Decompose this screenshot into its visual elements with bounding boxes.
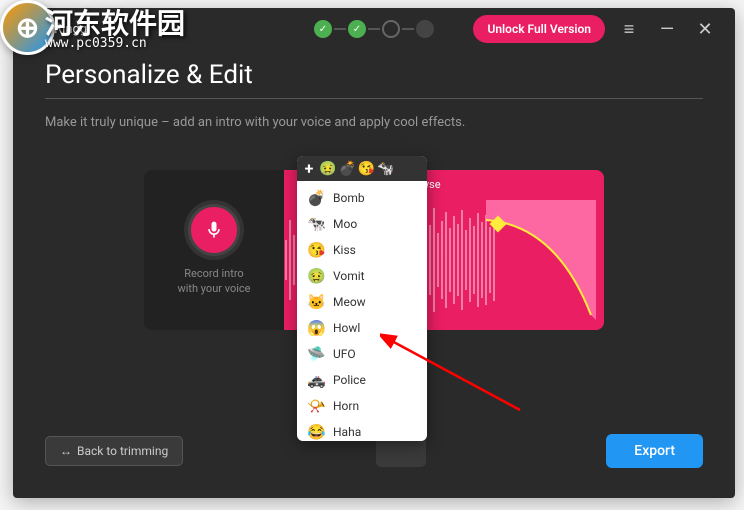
export-button[interactable]: Export [606,434,703,468]
record-panel: Record intro with your voice [144,170,284,330]
effects-dropdown: + 🤢 💣 😘 🐄 💣Bomb 🐄Moo 😘Kiss 🤢Vomit 🐱Meow … [297,156,427,441]
effect-item-vomit[interactable]: 🤢Vomit [297,263,427,289]
effect-item-howl[interactable]: 😱Howl [297,315,427,341]
app-window: ♪ iRingg ✓ ✓ Unlock Full Version ≡ — ✕ P… [13,8,735,498]
step-1: ✓ [314,20,332,38]
header-emoji-bomb[interactable]: 💣 [338,161,355,177]
logo-icon: ♪ [29,21,45,37]
effect-item-haha[interactable]: 😂Haha [297,419,427,445]
header-emoji-cow[interactable]: 🐄 [377,161,394,177]
effect-item-kiss[interactable]: 😘Kiss [297,237,427,263]
effects-list: 💣Bomb 🐄Moo 😘Kiss 🤢Vomit 🐱Meow 😱Howl 🛸UFO… [297,181,427,441]
unlock-button[interactable]: Unlock Full Version [473,15,605,43]
effect-item-police[interactable]: 🚓Police [297,367,427,393]
minimize-icon[interactable]: — [653,15,681,43]
step-3[interactable] [382,20,400,38]
effect-item-moo[interactable]: 🐄Moo [297,211,427,237]
fade-curve[interactable] [486,200,596,320]
effect-item-horn[interactable]: 📯Horn [297,393,427,419]
title-bar: ♪ iRingg ✓ ✓ Unlock Full Version ≡ — ✕ [13,8,735,50]
back-button[interactable]: ↔ Back to trimming [45,436,183,466]
effects-header: + 🤢 💣 😘 🐄 [297,156,427,181]
microphone-icon [204,218,224,242]
header-emoji-vomit[interactable]: 🤢 [319,161,336,177]
back-icon: ↔ [60,444,72,458]
effect-item-bomb[interactable]: 💣Bomb [297,185,427,211]
close-icon[interactable]: ✕ [691,15,719,43]
step-indicators: ✓ ✓ [314,20,434,38]
header-emoji-kiss[interactable]: 😘 [358,161,375,177]
page-title: Personalize & Edit [45,60,703,99]
app-logo: ♪ iRingg [29,21,87,37]
record-label: Record intro with your voice [177,266,250,297]
menu-icon[interactable]: ≡ [615,15,643,43]
app-name: iRingg [51,22,87,37]
editor-area: Record intro with your voice Browse + [45,170,703,330]
content: Personalize & Edit Make it truly unique … [13,50,735,350]
add-effect-icon[interactable]: + [301,159,317,178]
effect-item-meow[interactable]: 🐱Meow [297,289,427,315]
step-2: ✓ [348,20,366,38]
record-button[interactable] [188,204,240,256]
page-subtitle: Make it truly unique – add an intro with… [45,115,703,130]
step-4 [416,20,434,38]
effect-item-ufo[interactable]: 🛸UFO [297,341,427,367]
